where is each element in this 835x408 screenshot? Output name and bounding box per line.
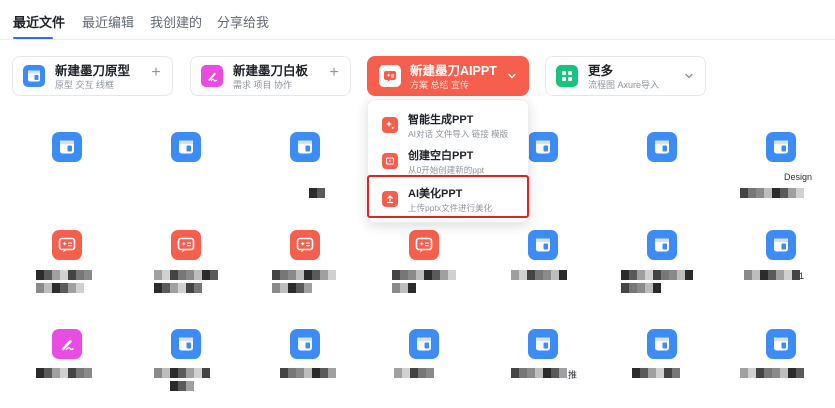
prototype-file-icon[interactable]	[647, 230, 677, 260]
menu-item-title: 创建空白PPT	[408, 150, 474, 162]
redacted-file-name	[392, 270, 456, 280]
tab-recent-files[interactable]: 最近文件	[13, 15, 65, 31]
ppt-file-icon[interactable]	[290, 230, 320, 260]
card-title: 新建墨刀AIPPT	[410, 64, 497, 78]
prototype-file-icon[interactable]	[528, 329, 558, 359]
prototype-file-icon[interactable]	[766, 230, 796, 260]
prototype-file-icon[interactable]	[290, 329, 320, 359]
grid-apps-icon	[556, 65, 578, 87]
prototype-file-icon[interactable]	[766, 329, 796, 359]
plus-icon[interactable]: +	[149, 65, 163, 81]
new-aippt-card[interactable]: 新建墨刀AIPPT 方案 总结 宣传	[367, 56, 529, 96]
chevron-down-icon[interactable]	[683, 70, 695, 82]
card-subtitle: 需求 项目 协作	[233, 80, 293, 90]
redacted-file-name	[272, 283, 312, 293]
redacted-file-name	[632, 368, 680, 378]
new-prototype-card[interactable]: 新建墨刀原型 原型 交互 线框 +	[12, 56, 173, 96]
aippt-dropdown-menu: 智能生成PPT AI对话 文件导入 链接 模版 创建空白PPT 从0开始创建新的…	[367, 99, 529, 223]
redacted-file-name	[36, 270, 92, 280]
menu-item-subtitle: AI对话 文件导入 链接 模版	[408, 129, 509, 139]
card-subtitle: 方案 总结 宣传	[410, 80, 470, 90]
card-subtitle: 原型 交互 线框	[55, 80, 115, 90]
prototype-icon	[23, 65, 45, 87]
redacted-file-name	[280, 368, 336, 378]
menu-item-smart-generate-ppt[interactable]: 智能生成PPT AI对话 文件导入 链接 模版	[368, 104, 530, 144]
redacted-file-name	[740, 188, 804, 198]
tab-shared-with-me[interactable]: 分享给我	[217, 15, 269, 31]
prototype-file-icon[interactable]	[290, 132, 320, 162]
menu-item-subtitle: 上传pptx文件进行美化	[408, 203, 493, 213]
redacted-file-name	[36, 283, 84, 293]
new-whiteboard-card[interactable]: 新建墨刀白板 需求 项目 协作 +	[190, 56, 351, 96]
prototype-file-icon[interactable]	[52, 132, 82, 162]
prototype-file-icon[interactable]	[647, 329, 677, 359]
redacted-file-name	[154, 283, 202, 293]
active-tab-indicator	[13, 37, 53, 39]
card-title: 更多	[588, 64, 614, 78]
redacted-file-name	[740, 368, 804, 378]
card-title: 新建墨刀白板	[233, 64, 309, 78]
prototype-file-icon[interactable]	[528, 230, 558, 260]
whiteboard-file-icon[interactable]	[52, 329, 82, 359]
card-title: 新建墨刀原型	[55, 64, 131, 78]
menu-item-title: 智能生成PPT	[408, 114, 474, 126]
redacted-file-name	[170, 381, 194, 391]
blank-ppt-icon	[382, 153, 398, 169]
prototype-file-icon[interactable]	[766, 132, 796, 162]
menu-item-title: AI美化PPT	[408, 188, 463, 200]
redacted-file-name	[154, 270, 218, 280]
redacted-file-name	[309, 188, 325, 198]
redacted-file-name	[744, 270, 800, 280]
more-card[interactable]: 更多 流程图 Axure导入	[545, 56, 706, 96]
ppt-file-icon[interactable]	[171, 230, 201, 260]
prototype-file-icon[interactable]	[171, 329, 201, 359]
redacted-file-name	[36, 368, 92, 378]
redacted-file-name	[154, 368, 210, 378]
redacted-file-name	[511, 270, 567, 280]
menu-item-ai-beautify-ppt[interactable]: AI美化PPT 上传pptx文件进行美化	[368, 178, 530, 218]
file-name-fragment: 推	[568, 370, 578, 380]
tab-recent-edited[interactable]: 最近编辑	[82, 15, 134, 31]
tab-created-by-me[interactable]: 我创建的	[150, 15, 202, 31]
redacted-file-name	[621, 283, 661, 293]
ppt-file-icon[interactable]	[409, 230, 439, 260]
prototype-file-icon[interactable]	[409, 329, 439, 359]
redacted-file-name	[394, 368, 434, 378]
ppt-file-icon[interactable]	[52, 230, 82, 260]
redacted-file-name	[272, 270, 336, 280]
file-name-fragment: 1	[799, 271, 805, 281]
plus-icon[interactable]: +	[327, 65, 341, 81]
card-subtitle: 流程图 Axure导入	[588, 80, 660, 90]
redacted-file-name	[621, 270, 693, 280]
menu-item-blank-ppt[interactable]: 创建空白PPT 从0开始创建新的ppt	[368, 140, 530, 180]
whiteboard-icon	[201, 65, 223, 87]
prototype-file-icon[interactable]	[647, 132, 677, 162]
chevron-down-icon[interactable]	[506, 70, 518, 82]
redacted-file-name	[392, 283, 416, 293]
upload-icon	[382, 191, 398, 207]
sparkle-icon	[382, 117, 398, 133]
menu-item-subtitle: 从0开始创建新的ppt	[408, 165, 485, 175]
aippt-icon	[379, 65, 401, 87]
file-name-fragment: Design	[784, 172, 813, 182]
redacted-file-name	[511, 368, 567, 378]
prototype-file-icon[interactable]	[171, 132, 201, 162]
file-tabs: 最近文件 最近编辑 我创建的 分享给我	[0, 0, 835, 40]
prototype-file-icon[interactable]	[528, 132, 558, 162]
